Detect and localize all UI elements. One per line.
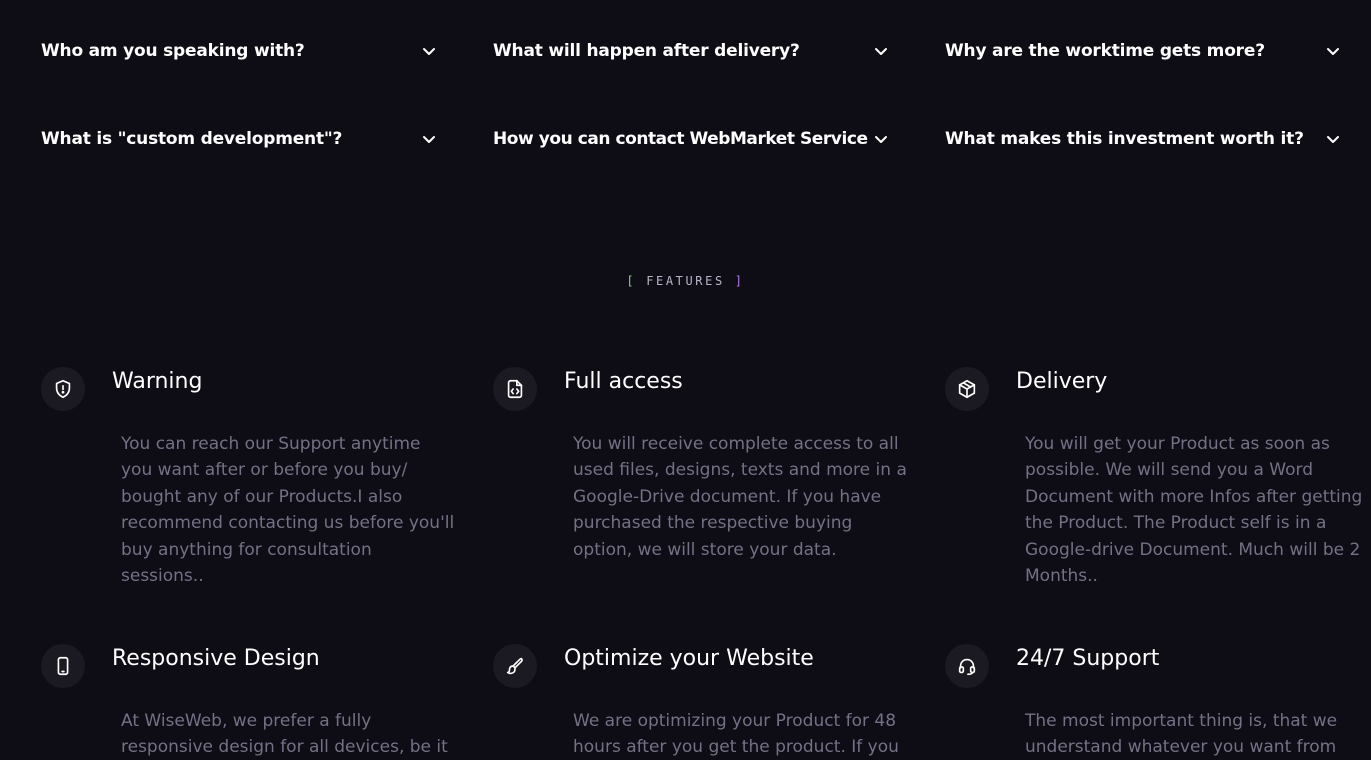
bracket-left: [ xyxy=(626,274,637,288)
brush-icon xyxy=(506,657,523,675)
chevron-down-icon xyxy=(875,136,887,143)
feature-card: 24/7 Support The most important thing is… xyxy=(945,644,1365,760)
faq-item[interactable]: Who am you speaking with? xyxy=(41,39,437,63)
feature-title: 24/7 Support xyxy=(1016,646,1160,671)
feature-card: Warning You can reach our Support anytim… xyxy=(41,367,461,607)
feature-icon-wrap xyxy=(41,644,85,688)
feature-description: We are optimizing your Product for 48 ho… xyxy=(573,711,899,758)
page: Who am you speaking with? What will happ… xyxy=(0,0,1371,760)
feature-title: Optimize your Website xyxy=(564,646,814,671)
faq-item[interactable]: What will happen after delivery? xyxy=(493,39,889,63)
shield-icon xyxy=(55,379,71,399)
faq-question: What will happen after delivery? xyxy=(493,41,800,61)
feature-description: You will receive complete access to all … xyxy=(573,434,907,560)
feature-card: Optimize your Website We are optimizing … xyxy=(493,644,913,760)
feature-card: Full access You will receive complete ac… xyxy=(493,367,913,607)
feature-icon-wrap xyxy=(945,367,989,411)
chevron-down-icon xyxy=(1327,48,1339,55)
faq-question: Who am you speaking with? xyxy=(41,41,305,61)
feature-card: Responsive Design At WiseWeb, we prefer … xyxy=(41,644,461,760)
chevron-down-icon xyxy=(1327,136,1339,143)
section-tag: [ FEATURES] xyxy=(0,274,1371,288)
chevron-down-icon xyxy=(423,136,435,143)
feature-title: Delivery xyxy=(1016,369,1108,394)
faq-item[interactable]: What makes this investment worth it? xyxy=(945,127,1341,151)
feature-card: Delivery You will get your Product as so… xyxy=(945,367,1365,607)
headset-icon xyxy=(958,658,976,676)
bracket-right: ] xyxy=(734,274,745,288)
feature-description: The most important thing is, that we und… xyxy=(1025,711,1338,758)
feature-icon-wrap xyxy=(493,644,537,688)
faq-question: Why are the worktime gets more? xyxy=(945,41,1265,61)
faq-item[interactable]: What is "custom development"? xyxy=(41,127,437,151)
code-file-icon xyxy=(507,379,523,399)
faq-item[interactable]: Why are the worktime gets more? xyxy=(945,39,1341,63)
section-tag-label: FEATURES xyxy=(646,274,725,288)
feature-icon-wrap xyxy=(945,644,989,688)
feature-title: Responsive Design xyxy=(112,646,320,671)
feature-description: You can reach our Support anytime you wa… xyxy=(121,434,455,587)
chevron-down-icon xyxy=(875,48,887,55)
faq-question: What makes this investment worth it? xyxy=(945,129,1304,149)
smartphone-icon xyxy=(57,656,69,676)
feature-title: Warning xyxy=(112,369,203,394)
faq-question: What is "custom development"? xyxy=(41,129,343,149)
faq-item[interactable]: How you can contact WebMarket Service xyxy=(493,127,889,151)
feature-title: Full access xyxy=(564,369,683,394)
feature-icon-wrap xyxy=(493,367,537,411)
feature-icon-wrap xyxy=(41,367,85,411)
chevron-down-icon xyxy=(423,48,435,55)
feature-description: You will get your Product as soon as pos… xyxy=(1025,434,1363,587)
package-icon xyxy=(958,379,976,399)
feature-description: At WiseWeb, we prefer a fully responsive… xyxy=(121,711,448,758)
faq-question: How you can contact WebMarket Service xyxy=(493,129,868,149)
